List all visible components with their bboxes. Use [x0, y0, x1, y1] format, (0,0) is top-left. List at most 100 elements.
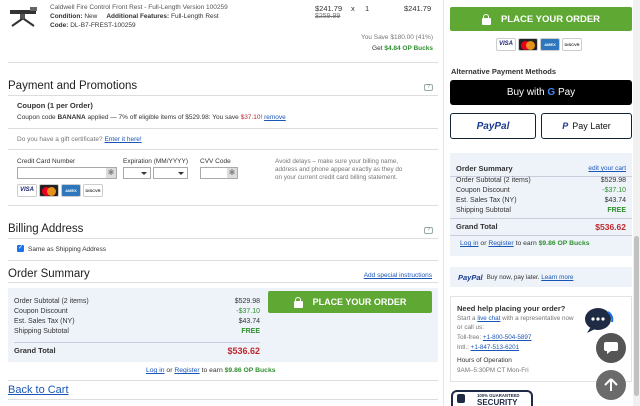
product-thumbnail[interactable] [8, 6, 40, 28]
sidebar-earn-value: $9.86 OP Bucks [538, 240, 590, 247]
divider [8, 205, 438, 206]
same-as-shipping-checkbox[interactable]: ✓ [17, 245, 24, 252]
login-link[interactable]: Log in [146, 367, 165, 374]
lock-icon [293, 296, 303, 308]
billing-section-title: Billing Address [8, 223, 84, 235]
paypal-banner-logo: PayPal [458, 272, 483, 282]
learn-more-link[interactable]: Learn more [541, 274, 573, 281]
intl-phone-link[interactable]: +1-847-513-6201 [471, 344, 520, 351]
exp-year-select[interactable] [153, 167, 188, 179]
chat-bubble-icon [604, 342, 618, 354]
amex-icon: AMEX [61, 184, 81, 197]
coupon-remove-link[interactable]: remove [264, 114, 286, 121]
special-instructions-link[interactable]: Add special instructions [364, 272, 432, 279]
help-title: Need help placing your order? [457, 304, 566, 313]
coupon-prefix: Coupon code [17, 114, 56, 121]
back-to-cart-link[interactable]: Back to Cart [8, 384, 69, 396]
divider [450, 218, 632, 219]
sidebar-place-order-button[interactable]: PLACE YOUR ORDER [450, 7, 632, 31]
discover-icon: DISCVR [83, 184, 103, 197]
front-rest-image [10, 7, 37, 27]
summary-row-grand-total: Grand Total $536.62 [14, 346, 260, 356]
sidebar-accepted-cards: VISA AMEX DISCVR [496, 38, 584, 51]
item-quantity[interactable]: 1 [365, 4, 369, 13]
open-chat-button[interactable] [596, 333, 626, 363]
item-price: $241.79 [315, 4, 343, 13]
alt-payment-title: Alternative Payment Methods [451, 67, 557, 76]
condition-label: Condition: [50, 13, 83, 20]
tollfree-phone-link[interactable]: +1-800-504-5897 [483, 334, 532, 341]
divider [8, 149, 438, 150]
gpay-pay: Pay [557, 87, 576, 98]
divider [8, 95, 438, 96]
amex-icon: AMEX [540, 38, 560, 51]
sidebar-register-link[interactable]: Register [488, 240, 513, 247]
features-label: Additional Features: [106, 13, 170, 20]
paypal-banner-text: Buy now, pay later. [486, 273, 540, 281]
product-name[interactable]: Caldwell Fire Control Front Rest - Full-… [50, 4, 228, 11]
chevron-down-icon [178, 172, 184, 175]
billing-match-notice: Avoid delays – make sure your billing na… [275, 158, 403, 181]
summary-row-shipping: Shipping Subtotal FREE [14, 328, 260, 335]
divider [8, 380, 438, 381]
discover-icon: DISCVR [562, 38, 582, 51]
paypal-later-button[interactable]: P Pay Later [541, 113, 632, 139]
gift-certificate-link[interactable]: Enter it here! [104, 136, 141, 143]
lock-icon [481, 13, 491, 25]
place-order-label: PLACE YOUR ORDER [312, 297, 407, 307]
get-prefix: Get [372, 45, 383, 52]
cvv-input[interactable]: ✱ [200, 167, 238, 179]
billing-help-icon[interactable]: ? [424, 227, 433, 234]
divider [8, 128, 438, 129]
cvv-label: CVV Code [200, 158, 231, 165]
login-earn-line: Log in or Register to earn $9.86 OP Buck… [146, 367, 276, 374]
visa-icon: VISA [17, 184, 37, 197]
chat-support-icon[interactable] [582, 306, 618, 334]
google-pay-button[interactable]: Buy with G Pay [450, 80, 632, 105]
op-bucks-amount: $4.84 OP Bucks [384, 45, 433, 52]
gift-question: Do you have a gift certificate? [17, 136, 103, 143]
google-g-icon: G [547, 87, 556, 98]
shield-icon [457, 394, 465, 403]
live-chat-link[interactable]: live chat [477, 315, 500, 322]
product-attributes: Condition: New Additional Features: Full… [50, 13, 219, 20]
payment-help-icon[interactable]: ? [424, 84, 433, 91]
cvv-help-icon[interactable]: ✱ [227, 168, 237, 178]
code-value: DL-B7-FREST-100259 [70, 22, 136, 29]
summary-row-tax: Est. Sales Tax (NY) $43.74 [14, 318, 260, 325]
divider [450, 235, 632, 236]
same-as-shipping-label[interactable]: Same as Shipping Address [28, 246, 106, 253]
mastercard-icon [518, 38, 538, 51]
cc-number-input[interactable]: ✱ [17, 167, 117, 179]
order-summary-panel: Order Subtotal (2 items) $529.98 Coupon … [8, 288, 438, 362]
page-scrollbar[interactable] [633, 0, 640, 406]
scrollbar-thumb[interactable] [634, 236, 639, 396]
payment-section-title: Payment and Promotions [8, 80, 138, 92]
security-badge: 100% GUARANTEED SECURITY [451, 390, 533, 406]
summary-row-subtotal: Order Subtotal (2 items) $529.98 [14, 298, 260, 305]
coupon-saved: $37.10! [240, 114, 263, 121]
chevron-down-icon [141, 172, 147, 175]
gpay-prefix: Buy with [506, 87, 545, 98]
place-order-button[interactable]: PLACE YOUR ORDER [268, 291, 432, 313]
exp-month-select[interactable] [123, 167, 151, 179]
visa-icon: VISA [496, 38, 516, 51]
paypal-button[interactable]: PayPal [450, 113, 536, 139]
security-main-text: SECURITY [477, 398, 518, 406]
sidebar-summary-title: Order Summary [456, 164, 513, 173]
expiration-label: Expiration (MM/YYYY) [123, 158, 189, 165]
intl-line: Intl.: +1-847-513-6201 [457, 344, 520, 351]
mastercard-icon [39, 184, 59, 197]
order-summary-title: Order Summary [8, 268, 90, 280]
sidebar-row-shipping: Shipping Subtotal FREE [456, 207, 626, 214]
condition-value: New [84, 13, 98, 20]
paypal-pay-later-banner: PayPal Buy now, pay later. Learn more [450, 267, 632, 287]
item-old-price: $259.99 [315, 13, 341, 20]
edit-cart-link[interactable]: edit your cart [588, 165, 626, 172]
divider [8, 62, 438, 63]
sidebar-login-link[interactable]: Log in [460, 240, 479, 247]
tollfree-line: Toll-free: +1-800-504-5897 [457, 334, 532, 341]
register-link[interactable]: Register [174, 367, 199, 374]
scroll-top-button[interactable] [596, 370, 626, 400]
sidebar-row-subtotal: Order Subtotal (2 items) $529.98 [456, 177, 626, 184]
